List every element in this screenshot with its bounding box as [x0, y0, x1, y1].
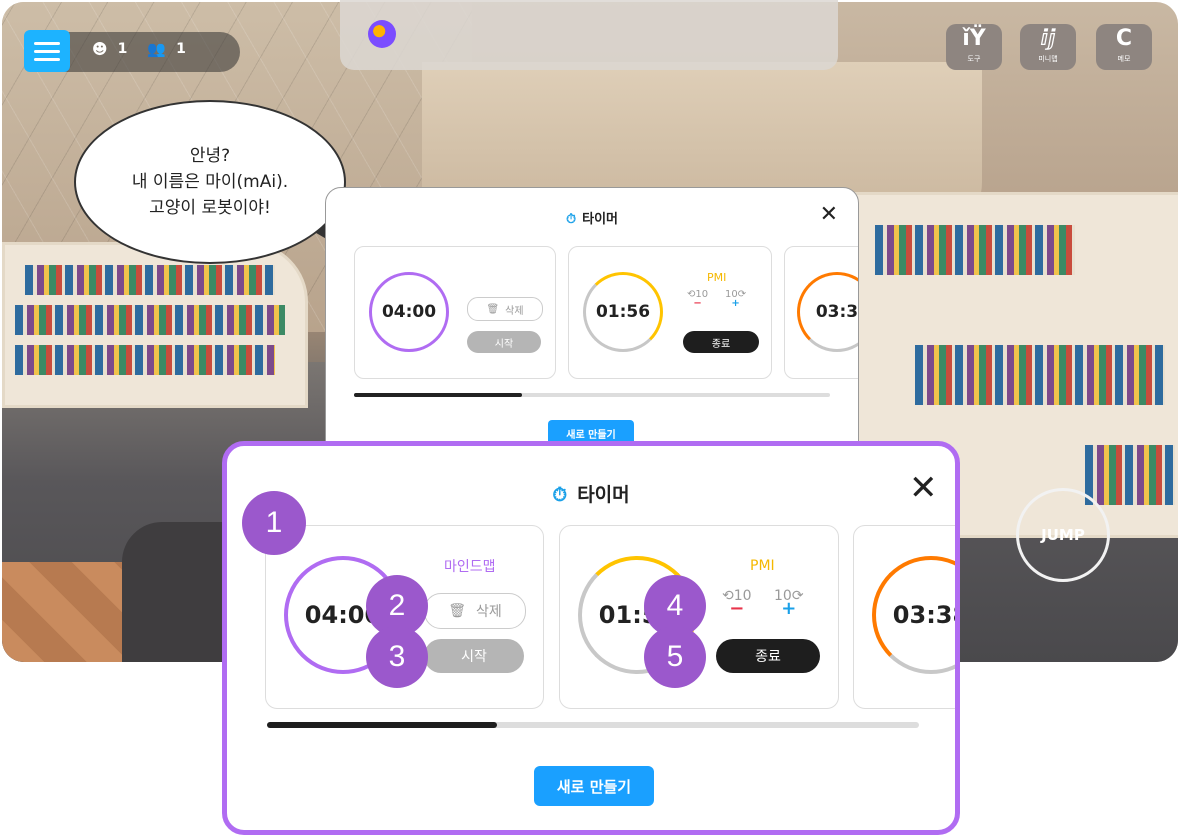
hamburger-icon [34, 57, 60, 61]
timer-ring: 03:38 [872, 556, 955, 674]
jump-button[interactable]: JUMP [1016, 488, 1110, 582]
new-timer-label: 새로 만들기 [566, 429, 616, 441]
minimap-icon: ⅈⅉ [1040, 26, 1056, 51]
person-count: 1 [117, 41, 128, 57]
plus-icon: + [731, 298, 740, 309]
delete-label: 삭제 [476, 604, 502, 620]
person-icon: ☻ [92, 40, 108, 58]
participant-counts: ☻ 1 👥 1 [92, 40, 186, 58]
start-label: 시작 [461, 649, 487, 665]
speech-line: 안녕? [189, 146, 231, 166]
cards-scrollbar[interactable] [267, 722, 919, 728]
timer-card: 01:56 PMI ⟲10 − 10⟳ + 종료 [568, 246, 772, 379]
stopwatch-icon: ⏱ [552, 484, 568, 506]
plus-10-button[interactable]: 10⟳ + [774, 588, 804, 619]
timer-card: 04:00 🗑 삭제 시작 [354, 246, 556, 379]
books-row [915, 345, 1165, 405]
start-button[interactable]: 시작 [424, 639, 524, 673]
timer-tag: 마인드맵 [444, 559, 496, 575]
tools-label: 도구 [967, 55, 981, 63]
minimap-button[interactable]: ⅈⅉ 미니맵 [1020, 24, 1076, 70]
top-center-panel [340, 0, 838, 70]
rocket-logo-icon [368, 20, 396, 48]
books-row [15, 345, 275, 375]
menu-button[interactable] [24, 30, 70, 72]
dialog-title-text: 타이머 [582, 212, 619, 227]
stopwatch-icon: ⏱ [565, 212, 577, 227]
end-button[interactable]: 종료 [716, 639, 820, 673]
minus-10-button[interactable]: ⟲10 − [687, 289, 708, 309]
timer-ring: 04:00 [369, 272, 449, 352]
memo-icon: C [1115, 26, 1133, 51]
minus-10-button[interactable]: ⟲10 − [722, 588, 752, 619]
end-label: 종료 [711, 338, 731, 350]
timer-card: 03:3 [784, 246, 859, 379]
timer-time: 03:38 [892, 601, 955, 629]
scrollbar-thumb[interactable] [354, 393, 522, 397]
close-icon[interactable]: ✕ [820, 202, 838, 227]
speech-bubble: 안녕? 내 이름은 마이(mAi). 고양이 로봇이야! [74, 100, 346, 264]
group-icon: 👥 [147, 40, 167, 58]
plus-icon: + [781, 598, 797, 619]
minimap-label: 미니맵 [1038, 55, 1058, 63]
new-timer-button[interactable]: 새로 만들기 [534, 766, 654, 806]
step-badge-1: 1 [242, 491, 306, 555]
speech-line: 내 이름은 마이(mAi). [131, 172, 289, 192]
timer-dialog-enlarged: ⏱ 타이머 ✕ 04:00 마인드맵 🗑 삭제 시작 01:56 PMI ⟲10 −… [222, 441, 960, 835]
books-row [15, 305, 285, 335]
step-badge-3: 3 [366, 626, 428, 688]
delete-label: 삭제 [505, 305, 524, 317]
new-timer-label: 새로 만들기 [556, 777, 632, 796]
scrollbar-thumb[interactable] [267, 722, 497, 728]
hamburger-icon [34, 41, 60, 45]
jump-label: JUMP [1041, 526, 1085, 544]
speech-line: 고양이 로봇이야! [149, 198, 271, 218]
timer-time: 03:3 [815, 302, 859, 322]
timer-tag: PMI [707, 271, 727, 284]
step-badge-5: 5 [644, 626, 706, 688]
bookshelf-left [2, 242, 308, 408]
dialog-title-text: 타이머 [577, 484, 630, 506]
timer-time: 01:56 [595, 302, 651, 322]
dialog-title: ⏱ 타이머 [326, 208, 858, 227]
books-row [875, 225, 1075, 275]
memo-button[interactable]: C 메모 [1096, 24, 1152, 70]
cards-scrollbar[interactable] [354, 393, 830, 397]
close-icon[interactable]: ✕ [909, 468, 938, 508]
delete-button[interactable]: 🗑 삭제 [424, 593, 526, 629]
trash-icon: 🗑 [448, 603, 466, 619]
tools-icon: ǐŸ [962, 26, 986, 51]
timer-tag: PMI [750, 558, 775, 574]
books-row [1085, 445, 1175, 505]
timer-time: 04:00 [381, 302, 437, 322]
trash-icon: 🗑 [486, 303, 500, 315]
timer-ring: 03:3 [797, 272, 859, 352]
group-count: 1 [176, 41, 186, 57]
start-label: 시작 [494, 338, 514, 350]
timer-card: 03:38 [853, 525, 955, 709]
memo-label: 메모 [1117, 55, 1131, 63]
plus-10-button[interactable]: 10⟳ + [725, 289, 746, 309]
timer-dialog-small: ⏱ 타이머 ✕ 04:00 🗑 삭제 시작 01:56 PMI ⟲10 − 10⟳ … [325, 187, 859, 459]
start-button[interactable]: 시작 [467, 331, 541, 353]
end-label: 종료 [755, 649, 781, 665]
delete-button[interactable]: 🗑 삭제 [467, 297, 543, 321]
timer-ring: 01:56 [583, 272, 663, 352]
hamburger-icon [34, 49, 60, 53]
minus-icon: − [693, 298, 702, 309]
books-row [25, 265, 275, 295]
minus-icon: − [729, 598, 745, 619]
tools-button[interactable]: ǐŸ 도구 [946, 24, 1002, 70]
dialog-title: ⏱ 타이머 [227, 480, 955, 507]
end-button[interactable]: 종료 [683, 331, 759, 353]
